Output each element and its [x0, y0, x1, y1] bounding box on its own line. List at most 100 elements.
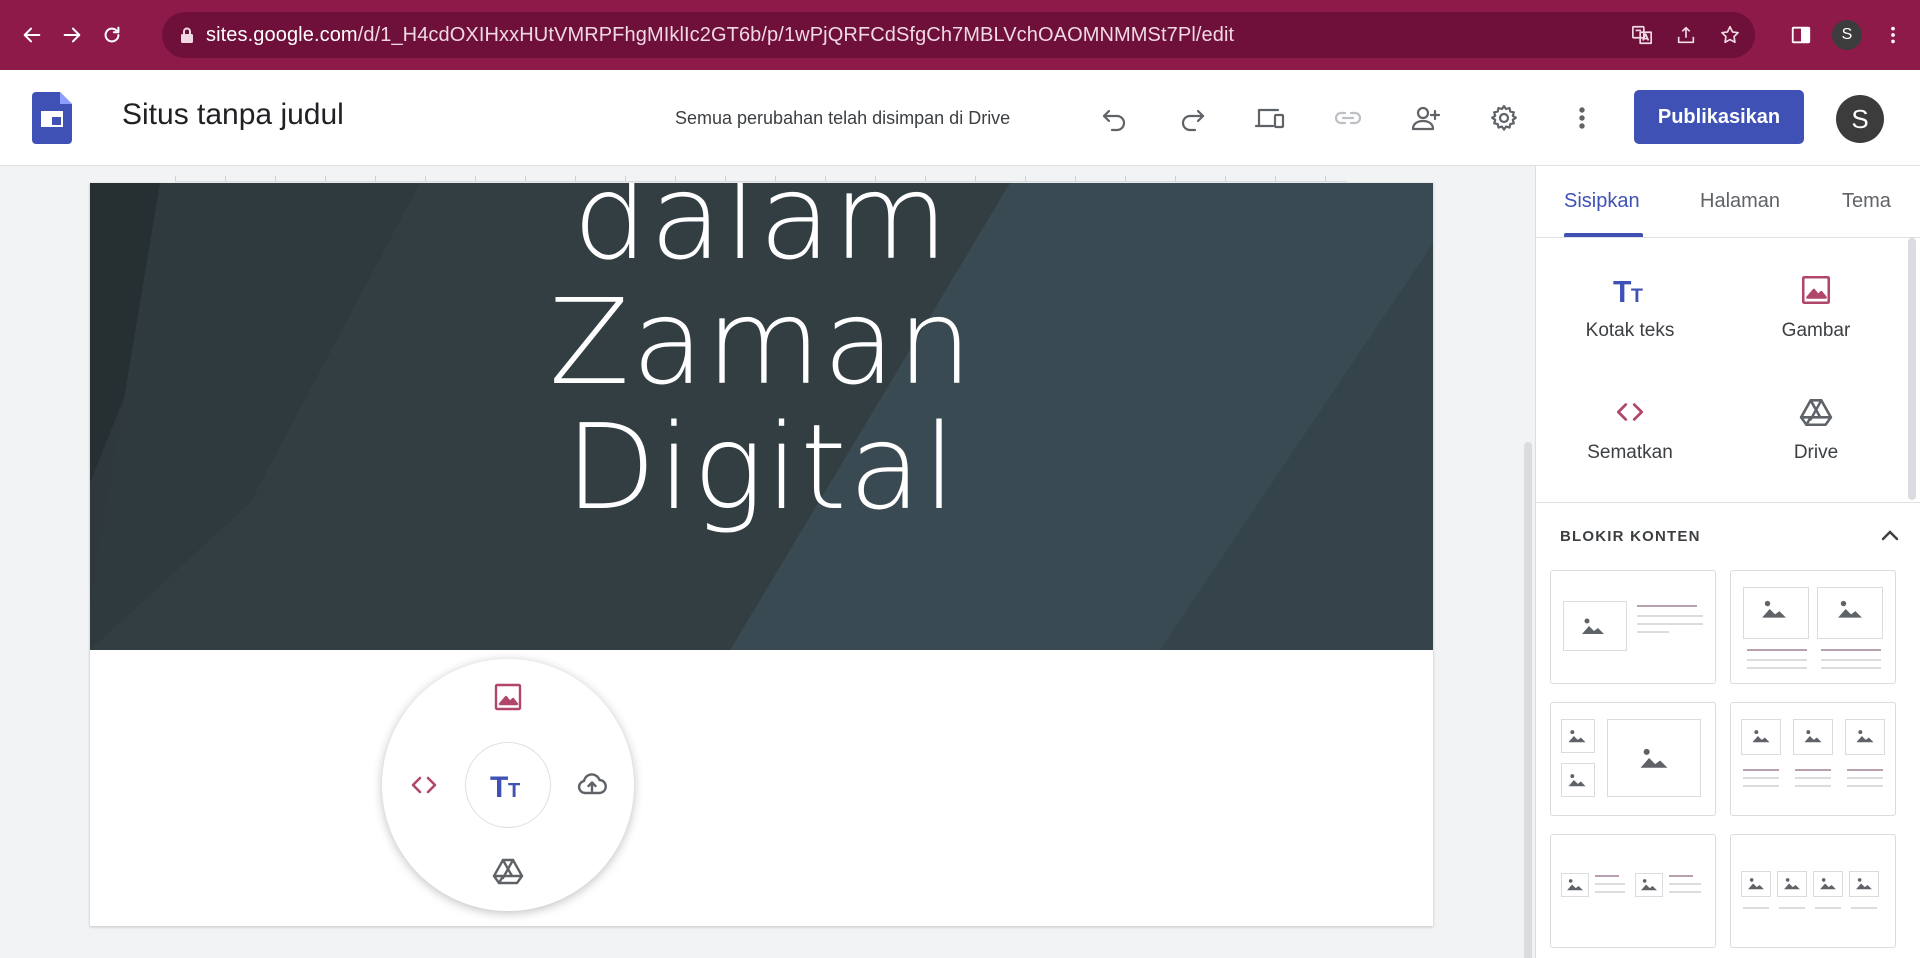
- address-bar[interactable]: sites.google.com/d/1_H4cdOXIHxxHUtVMRPFh…: [162, 12, 1755, 58]
- editor-canvas: dalam Zaman Digital: [0, 166, 1535, 958]
- star-icon[interactable]: [1719, 24, 1741, 46]
- image-placeholder-icon: [1640, 748, 1668, 768]
- back-button[interactable]: [12, 15, 52, 55]
- drive-icon: [1799, 399, 1833, 427]
- image-placeholder-icon: [1582, 618, 1604, 634]
- hero-line: dalam: [572, 183, 951, 286]
- content-block-layout[interactable]: [1550, 834, 1716, 948]
- content-block-layout[interactable]: [1550, 702, 1716, 816]
- publish-button[interactable]: Publikasikan: [1634, 90, 1804, 144]
- content-block-layout[interactable]: [1730, 834, 1896, 948]
- text-box-icon: TT: [1613, 276, 1643, 306]
- more-vert-icon: [1579, 107, 1585, 129]
- content-block-layout[interactable]: [1550, 570, 1716, 684]
- embed-icon: [411, 776, 437, 794]
- account-avatar[interactable]: S: [1836, 95, 1884, 143]
- content-block-layout[interactable]: [1730, 702, 1896, 816]
- side-panel-icon[interactable]: [1790, 24, 1812, 46]
- hero-title[interactable]: dalam Zaman Digital: [90, 183, 1433, 530]
- svg-text:T: T: [1631, 285, 1643, 306]
- image-placeholder-icon: [1568, 774, 1586, 787]
- chevron-up-icon[interactable]: [1876, 522, 1904, 550]
- save-status: Semua perubahan telah disimpan di Drive: [675, 108, 1011, 128]
- image-icon: [494, 683, 522, 711]
- site-page: dalam Zaman Digital: [90, 183, 1433, 926]
- content-block-layout[interactable]: [1730, 570, 1896, 684]
- preview-button[interactable]: [1248, 96, 1292, 140]
- image-icon: [1801, 275, 1831, 305]
- app-bar: Situs tanpa judul Semua perubahan telah …: [0, 70, 1920, 166]
- image-placeholder-icon: [1820, 878, 1836, 890]
- content-blocks-heading: BLOKIR KONTEN: [1560, 528, 1701, 545]
- tab-pages[interactable]: Halaman: [1700, 190, 1780, 213]
- side-panel: Sisipkan Halaman Tema TT Kotak teks Gamb…: [1535, 166, 1920, 958]
- radial-image-option[interactable]: [488, 677, 528, 717]
- quick-insert-menu: TT: [382, 659, 634, 911]
- drive-icon: [492, 858, 524, 885]
- radial-drive-option[interactable]: [488, 851, 528, 891]
- profile-button[interactable]: S: [1832, 20, 1862, 50]
- svg-text:T: T: [508, 780, 520, 801]
- tab-themes[interactable]: Tema: [1842, 190, 1891, 213]
- header-banner[interactable]: dalam Zaman Digital: [90, 183, 1433, 650]
- insert-item-label: Gambar: [1781, 320, 1851, 341]
- site-title[interactable]: Situs tanpa judul: [122, 98, 344, 132]
- svg-text:T: T: [490, 771, 508, 801]
- panel-divider: [1536, 502, 1920, 503]
- image-placeholder-icon: [1838, 600, 1862, 618]
- image-placeholder-icon: [1748, 878, 1764, 890]
- embed-icon: [1616, 403, 1644, 421]
- share-icon[interactable]: [1675, 24, 1697, 46]
- image-placeholder-icon: [1567, 879, 1583, 891]
- arrow-right-icon: [63, 27, 81, 43]
- image-placeholder-icon: [1856, 878, 1872, 890]
- insert-item-label: Drive: [1793, 442, 1839, 463]
- active-tab-indicator: [1564, 233, 1643, 237]
- insert-item-label: Kotak teks: [1585, 320, 1675, 341]
- image-placeholder-icon: [1762, 600, 1786, 618]
- redo-icon: [1181, 109, 1205, 132]
- svg-text:T: T: [1613, 276, 1632, 306]
- insert-drive[interactable]: Drive: [1736, 392, 1896, 464]
- text-icon: TT: [490, 771, 520, 801]
- tab-insert[interactable]: Sisipkan: [1564, 190, 1640, 213]
- browser-toolbar: sites.google.com/d/1_H4cdOXIHxxHUtVMRPFh…: [0, 0, 1920, 70]
- image-placeholder-icon: [1804, 730, 1822, 743]
- lock-icon: [181, 27, 193, 43]
- insert-image[interactable]: Gambar: [1736, 270, 1896, 342]
- hero-line: Zaman: [548, 273, 975, 411]
- ruler: [175, 166, 1347, 182]
- more-vert-icon[interactable]: [1882, 24, 1904, 46]
- copy-link-button[interactable]: [1326, 96, 1370, 140]
- settings-button[interactable]: [1482, 96, 1526, 140]
- insert-text-box[interactable]: TT Kotak teks: [1550, 270, 1710, 342]
- radial-upload-option[interactable]: [572, 765, 612, 805]
- radial-text-option[interactable]: TT: [465, 742, 551, 828]
- redo-button[interactable]: [1170, 96, 1214, 140]
- undo-button[interactable]: [1093, 96, 1137, 140]
- more-options-button[interactable]: [1560, 96, 1604, 140]
- google-sites-logo[interactable]: [32, 92, 72, 144]
- upload-icon: [577, 773, 607, 795]
- image-placeholder-icon: [1641, 879, 1657, 891]
- insert-item-label: Sematkan: [1587, 442, 1673, 463]
- forward-button[interactable]: [52, 15, 92, 55]
- image-placeholder-icon: [1856, 730, 1874, 743]
- hero-line: Digital: [565, 398, 958, 536]
- person-add-icon: [1411, 106, 1441, 131]
- url-text: sites.google.com/d/1_H4cdOXIHxxHUtVMRPFh…: [206, 23, 1235, 46]
- translate-icon[interactable]: [1631, 24, 1653, 46]
- panel-scrollbar[interactable]: [1908, 238, 1916, 500]
- image-placeholder-icon: [1568, 730, 1586, 743]
- radial-embed-option[interactable]: [404, 765, 444, 805]
- reload-icon: [104, 26, 120, 43]
- insert-embed[interactable]: Sematkan: [1550, 392, 1710, 464]
- undo-icon: [1102, 109, 1126, 132]
- image-placeholder-icon: [1752, 730, 1770, 743]
- canvas-scrollbar[interactable]: [1524, 442, 1532, 958]
- reload-button[interactable]: [92, 15, 132, 55]
- link-icon: [1334, 111, 1362, 125]
- devices-icon: [1255, 108, 1285, 129]
- gear-icon: [1491, 104, 1517, 131]
- share-with-others-button[interactable]: [1404, 96, 1448, 140]
